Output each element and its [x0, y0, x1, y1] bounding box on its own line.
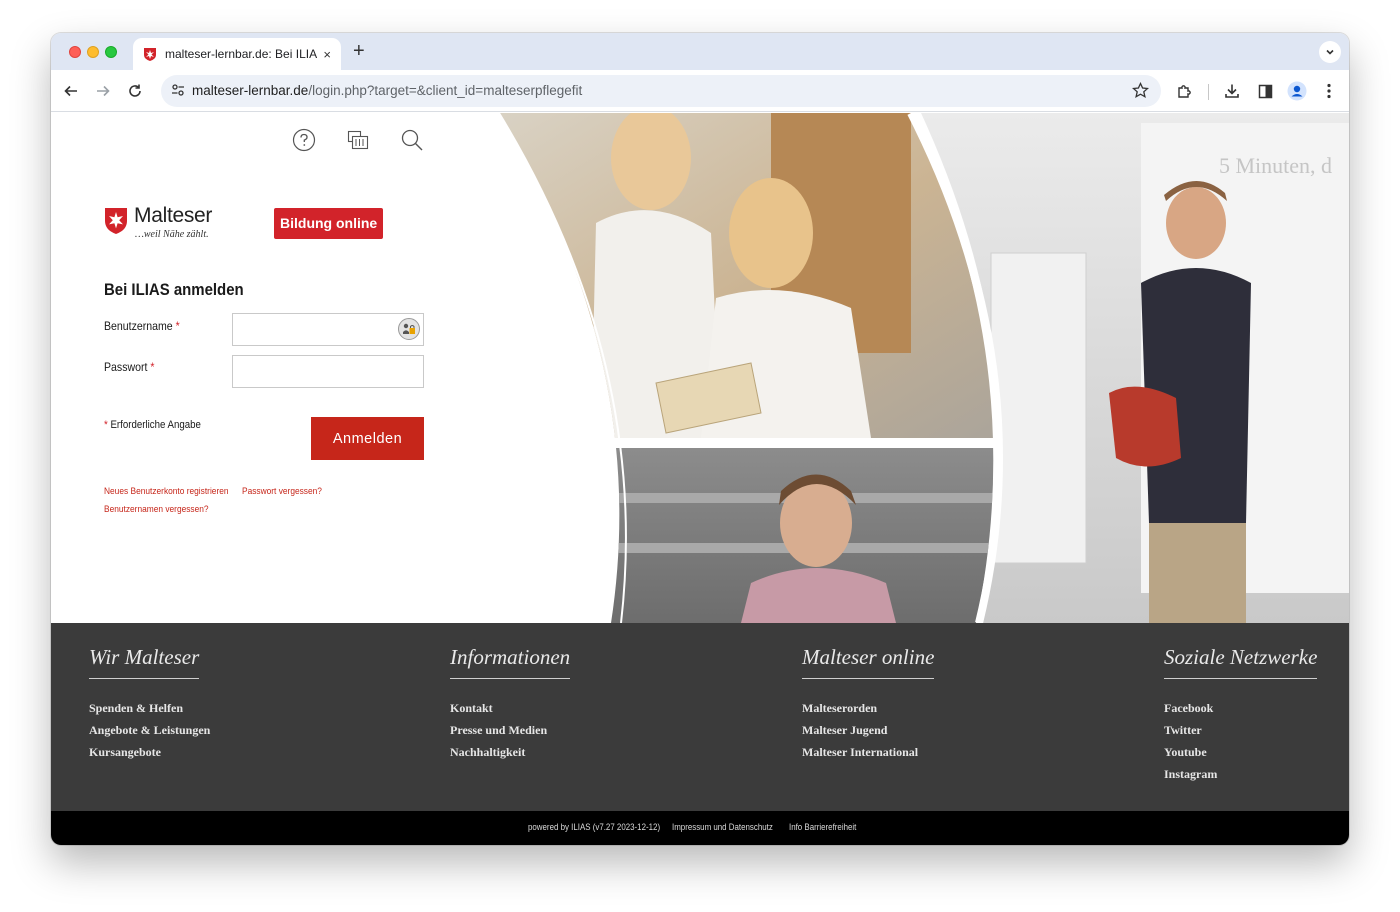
reload-button[interactable] — [124, 80, 146, 102]
browser-tab-active[interactable]: malteser-lernbar.de: Bei ILIAS anmelden … — [133, 38, 341, 70]
search-icon — [401, 129, 423, 151]
footer-heading: Informationen — [450, 645, 571, 679]
logo-badge: Bildung online — [274, 208, 384, 239]
required-note-text: Erforderliche Angabe — [110, 419, 201, 431]
url-path: /login.php?target=&client_id=malteserpfl… — [308, 83, 583, 98]
profile-avatar-icon — [1287, 81, 1307, 101]
maximize-window-button[interactable] — [105, 46, 117, 58]
downloads-button[interactable] — [1221, 80, 1243, 102]
password-input[interactable] — [233, 356, 423, 387]
footer-link[interactable]: Angebote & Leistungen — [89, 719, 210, 741]
footer-link-twitter[interactable]: Twitter — [1164, 719, 1317, 741]
password-label-text: Passwort — [104, 360, 148, 374]
password-label: Passwort * — [104, 360, 154, 374]
bottom-bar: powered by ILIAS (v7.27 2023-12-12) Impr… — [51, 811, 1349, 845]
bookmark-star-icon[interactable] — [1132, 82, 1149, 99]
site-footer: Wir Malteser Spenden & Helfen Angebote &… — [51, 623, 1349, 811]
back-button[interactable] — [60, 80, 82, 102]
new-tab-button[interactable]: + — [353, 41, 365, 61]
username-label-text: Benutzername — [104, 319, 173, 333]
register-link[interactable]: Neues Benutzerkonto registrieren — [104, 486, 229, 497]
footer-link[interactable]: Malteser Jugend — [802, 719, 934, 741]
accessibility-link[interactable]: Info Barrierefreiheit — [789, 822, 856, 832]
footer-link[interactable]: Spenden & Helfen — [89, 697, 210, 719]
toolbar-divider — [1208, 84, 1209, 100]
help-circle-icon — [292, 128, 316, 152]
forgot-password-link[interactable]: Passwort vergessen? — [242, 486, 322, 497]
username-input[interactable] — [233, 314, 423, 345]
footer-column-malteser-online: Malteser online Malteserorden Malteser J… — [802, 645, 935, 763]
password-manager-button[interactable] — [398, 318, 420, 340]
forward-button[interactable] — [92, 80, 114, 102]
username-label: Benutzername * — [104, 319, 180, 333]
required-marker: * — [175, 319, 180, 333]
footer-heading: Wir Malteser — [89, 645, 200, 679]
arrow-left-icon — [64, 85, 77, 97]
clipboard-button[interactable] — [345, 127, 371, 153]
login-button[interactable]: Anmelden — [311, 417, 424, 460]
malteser-favicon-icon — [144, 48, 156, 61]
footer-link[interactable]: Nachhaltigkeit — [450, 741, 570, 763]
footer-link-facebook[interactable]: Facebook — [1164, 697, 1317, 719]
reload-icon — [129, 84, 141, 97]
login-title: Bei ILIAS anmelden — [104, 280, 244, 299]
arrow-right-icon — [97, 85, 110, 97]
footer-column-informationen: Informationen Kontakt Presse und Medien … — [450, 645, 571, 763]
tab-close-icon[interactable]: × — [323, 48, 331, 61]
logo-name: Malteser — [134, 204, 213, 227]
malteser-logo[interactable]: Malteser …weil Nähe zählt. Bildung onlin… — [104, 204, 384, 241]
extensions-button[interactable] — [1173, 80, 1195, 102]
help-button[interactable] — [291, 127, 317, 153]
download-icon — [1225, 84, 1239, 98]
footer-link[interactable]: Kursangebote — [89, 741, 210, 763]
required-marker: * — [150, 360, 155, 374]
minimize-window-button[interactable] — [87, 46, 99, 58]
malteser-shield-icon — [105, 208, 127, 234]
footer-column-soziale-netzwerke: Soziale Netzwerke Facebook Twitter Youtu… — [1164, 645, 1318, 785]
web-page: 5 Minuten, d Malteser …weil Nähe zählt. … — [51, 113, 1349, 845]
password-field[interactable] — [232, 355, 424, 388]
tab-search-button[interactable] — [1319, 41, 1341, 63]
logo-tagline: …weil Nähe zählt. — [135, 229, 209, 240]
site-info-icon[interactable] — [171, 83, 185, 97]
username-field[interactable] — [232, 313, 424, 346]
side-panel-icon — [1258, 84, 1272, 98]
header-tools — [291, 127, 426, 153]
browser-toolbar: malteser-lernbar.de/login.php?target=&cl… — [51, 70, 1349, 112]
whiteboard-text: 5 Minuten, d — [1219, 153, 1332, 178]
tab-title: malteser-lernbar.de: Bei ILIAS anmelden — [165, 47, 318, 61]
puzzle-icon — [1177, 84, 1191, 98]
tab-strip: malteser-lernbar.de: Bei ILIAS anmelden … — [51, 33, 1349, 70]
profile-button[interactable] — [1286, 80, 1308, 102]
footer-link[interactable]: Presse und Medien — [450, 719, 570, 741]
footer-heading: Malteser online — [802, 645, 935, 679]
password-key-icon — [403, 323, 415, 334]
search-button[interactable] — [399, 127, 425, 153]
close-window-button[interactable] — [69, 46, 81, 58]
footer-link[interactable]: Malteser International — [802, 741, 934, 763]
clipboard-icon — [347, 130, 369, 150]
powered-by-link[interactable]: powered by ILIAS (v7.27 2023-12-12) — [528, 822, 660, 832]
footer-link-youtube[interactable]: Youtube — [1164, 741, 1317, 763]
kebab-menu-icon — [1327, 83, 1331, 99]
side-panel-button[interactable] — [1254, 80, 1276, 102]
footer-column-wir-malteser: Wir Malteser Spenden & Helfen Angebote &… — [89, 645, 210, 763]
footer-link[interactable]: Malteserorden — [802, 697, 934, 719]
address-bar[interactable]: malteser-lernbar.de/login.php?target=&cl… — [161, 75, 1161, 107]
footer-link[interactable]: Kontakt — [450, 697, 570, 719]
url-domain: malteser-lernbar.de — [192, 83, 309, 98]
forgot-username-link[interactable]: Benutzernamen vergessen? — [104, 504, 209, 515]
browser-menu-button[interactable] — [1318, 80, 1340, 102]
imprint-link[interactable]: Impressum und Datenschutz — [672, 822, 773, 832]
login-hero: 5 Minuten, d Malteser …weil Nähe zählt. … — [51, 113, 1349, 623]
chevron-down-icon — [1326, 49, 1334, 55]
footer-heading: Soziale Netzwerke — [1164, 645, 1318, 679]
browser-window: malteser-lernbar.de: Bei ILIAS anmelden … — [51, 33, 1349, 845]
required-marker: * — [104, 419, 108, 431]
footer-link-instagram[interactable]: Instagram — [1164, 763, 1317, 785]
required-note: * Erforderliche Angabe — [104, 419, 201, 431]
url-text: malteser-lernbar.de/login.php?target=&cl… — [192, 83, 582, 98]
